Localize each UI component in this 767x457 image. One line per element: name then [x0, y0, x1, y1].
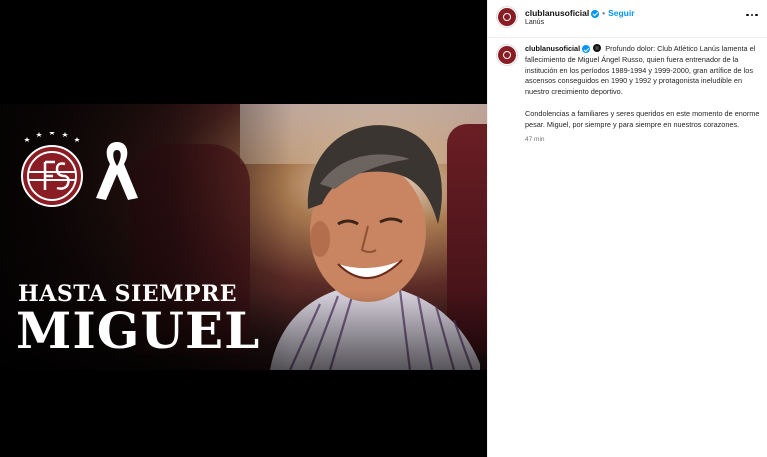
post-media: HASTA SIEMPRE MIGUEL — [0, 0, 487, 457]
header-username-row: clublanusoficial • Seguir — [525, 8, 635, 18]
header-username[interactable]: clublanusoficial — [525, 8, 589, 18]
mourning-ribbon-icon — [96, 142, 138, 200]
headline-miguel: MIGUEL — [16, 301, 261, 360]
caption-block: clublanusoficial Profundo dolor: Club At… — [496, 44, 761, 143]
post-side-panel: clublanusoficial • Seguir Lanús clublanuso… — [487, 0, 767, 457]
club-avatar-icon — [498, 8, 516, 26]
verified-badge-icon — [582, 45, 591, 54]
verified-badge-icon — [591, 9, 600, 18]
caption-paragraph-2: Condolencias a familiares y seres querid… — [525, 108, 760, 129]
post-timestamp[interactable]: 47 min — [525, 136, 761, 143]
dot-separator: • — [602, 9, 606, 18]
more-options-icon[interactable] — [745, 10, 759, 20]
caption-username[interactable]: clublanusoficial — [525, 44, 580, 53]
caption-text: clublanusoficial Profundo dolor: Club At… — [525, 44, 761, 130]
post-header: clublanusoficial • Seguir Lanús — [488, 0, 767, 38]
follow-button[interactable]: Seguir — [608, 8, 634, 18]
club-avatar-icon — [498, 46, 516, 64]
avatar[interactable] — [496, 6, 518, 28]
caption-paragraph-1: clublanusoficial Profundo dolor: Club At… — [525, 44, 761, 98]
black-circle-icon — [593, 44, 602, 52]
club-crest-logo — [21, 132, 83, 207]
post-image[interactable]: HASTA SIEMPRE MIGUEL — [0, 104, 487, 370]
avatar[interactable] — [496, 44, 518, 66]
location-link[interactable]: Lanús — [525, 19, 544, 26]
